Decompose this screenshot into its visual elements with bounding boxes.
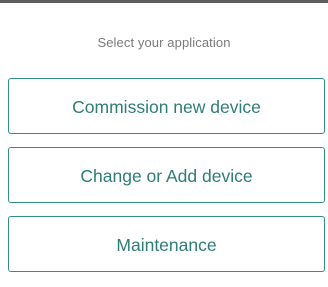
change-or-add-device-button[interactable]: Change or Add device [8, 147, 325, 203]
application-selection-screen: Select your application Commission new d… [0, 0, 328, 287]
maintenance-button[interactable]: Maintenance [8, 216, 325, 272]
commission-new-device-button[interactable]: Commission new device [8, 78, 325, 134]
application-prompt: Select your application [97, 35, 231, 50]
top-divider [0, 0, 328, 3]
